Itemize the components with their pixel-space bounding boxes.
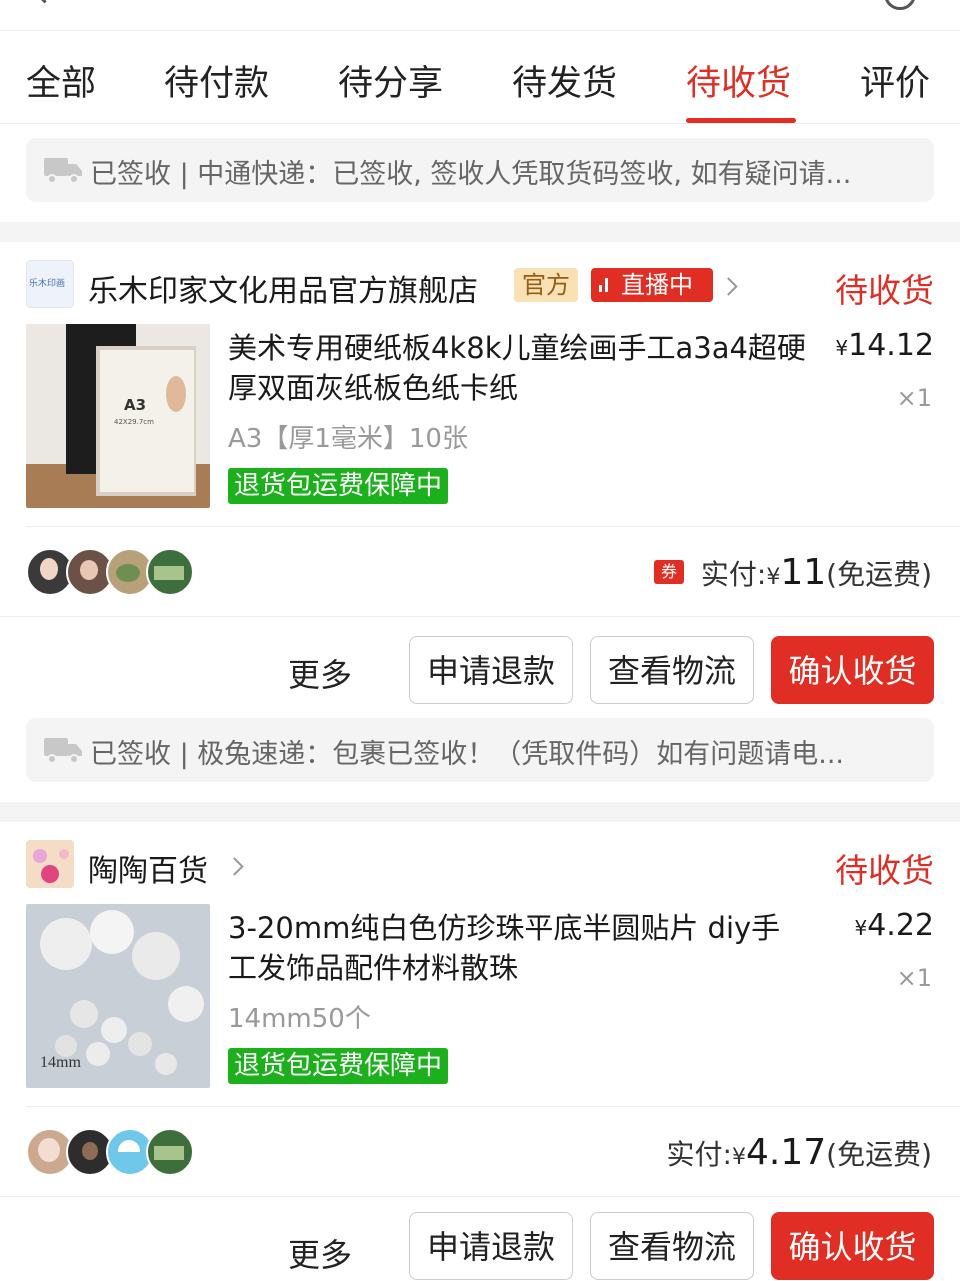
shop-logo-art — [26, 840, 74, 888]
tab-pending-receipt[interactable]: 待收货 — [686, 55, 791, 106]
live-badge[interactable]: 直播中 — [591, 268, 713, 302]
top-nav-bar — [0, 0, 960, 31]
live-badge-label: 直播中 — [621, 271, 693, 299]
avatar — [146, 548, 194, 596]
shop-name[interactable]: 乐木印家文化用品官方旗舰店 — [88, 266, 478, 310]
tab-review[interactable]: 评价 — [860, 55, 930, 106]
truck-icon — [44, 738, 82, 764]
row-divider — [26, 526, 960, 527]
logistics-text: 已签收 | 中通快递：已签收, 签收人凭取货码签收, 如有疑问请... — [90, 159, 852, 190]
order-status: 待收货 — [835, 851, 934, 890]
chevron-right-icon[interactable] — [225, 857, 244, 876]
official-badge: 官方 — [514, 268, 578, 302]
thumb-sublabel: 42X29.7cm — [114, 418, 154, 426]
tab-pending-shipment[interactable]: 待发货 — [512, 55, 617, 106]
confirm-receipt-button[interactable]: 确认收货 — [771, 636, 934, 704]
active-tab-indicator — [686, 118, 796, 123]
apply-refund-button[interactable]: 申请退款 — [409, 1212, 573, 1280]
tab-pending-share[interactable]: 待分享 — [338, 55, 443, 106]
order-status-tabs: 全部 待付款 待分享 待发货 待收货 评价 — [0, 31, 960, 124]
product-quantity: ×1 — [896, 964, 932, 992]
row-divider — [0, 1196, 960, 1197]
buyer-avatars — [26, 548, 196, 596]
logistics-notice[interactable]: 已签收 | 中通快递：已签收, 签收人凭取货码签收, 如有疑问请... — [26, 138, 934, 202]
avatar — [146, 1128, 194, 1176]
shop-name[interactable]: 陶陶百货 — [88, 846, 208, 890]
shop-logo-text: 乐木印画 — [29, 279, 66, 289]
section-divider — [0, 222, 960, 242]
product-photo-art — [26, 324, 210, 508]
confirm-receipt-button[interactable]: 确认收货 — [771, 1212, 934, 1280]
live-bars-icon — [599, 278, 613, 292]
search-icon[interactable] — [884, 0, 916, 10]
more-button[interactable]: 更多 — [288, 1230, 352, 1276]
logistics-notice[interactable]: 已签收 | 极兔速递：包裹已签收！（凭取件码）如有问题请电... — [26, 718, 934, 782]
return-shipping-guarantee-badge: 退货包运费保障中 — [228, 468, 449, 504]
section-divider — [0, 802, 960, 822]
back-arrow-icon[interactable] — [29, 0, 60, 4]
product-quantity: ×1 — [896, 384, 932, 412]
tab-pending-payment[interactable]: 待付款 — [164, 55, 269, 106]
order-status: 待收货 — [835, 271, 934, 310]
thumb-label: 14mm — [40, 1054, 81, 1071]
product-image[interactable]: 14mm — [26, 904, 210, 1088]
product-price: ¥4.22 — [854, 908, 934, 943]
more-button[interactable]: 更多 — [288, 650, 352, 696]
product-price: ¥14.12 — [835, 328, 934, 363]
chevron-right-icon[interactable] — [719, 277, 738, 296]
logistics-text: 已签收 | 极兔速递：包裹已签收！（凭取件码）如有问题请电... — [90, 739, 845, 770]
view-logistics-button[interactable]: 查看物流 — [590, 636, 754, 704]
product-image[interactable]: A3 42X29.7cm — [26, 324, 210, 508]
shop-logo[interactable]: 乐木印画 — [26, 260, 74, 308]
paid-amount: 实付:¥4.17(免运费) — [666, 1132, 932, 1173]
apply-refund-button[interactable]: 申请退款 — [409, 636, 573, 704]
view-logistics-button[interactable]: 查看物流 — [590, 1212, 754, 1280]
product-spec: 14mm50个 — [228, 1004, 371, 1034]
return-shipping-guarantee-badge: 退货包运费保障中 — [228, 1048, 449, 1084]
truck-icon — [44, 158, 82, 184]
row-divider — [26, 1106, 960, 1107]
tab-all[interactable]: 全部 — [26, 55, 96, 106]
row-divider — [0, 616, 960, 617]
product-spec: A3【厚1毫米】10张 — [228, 424, 468, 454]
paid-amount: 实付:¥11(免运费) — [700, 552, 932, 593]
buyer-avatars — [26, 1128, 196, 1176]
shop-logo[interactable] — [26, 840, 74, 888]
coupon-icon: 券 — [654, 560, 684, 584]
product-title[interactable]: 3-20mm纯白色仿珍珠平底半圆贴片 diy手工发饰品配件材料散珠 — [228, 908, 808, 988]
thumb-label: A3 — [124, 396, 147, 414]
product-title[interactable]: 美术专用硬纸板4k8k儿童绘画手工a3a4超硬厚双面灰纸板色纸卡纸 — [228, 328, 808, 408]
